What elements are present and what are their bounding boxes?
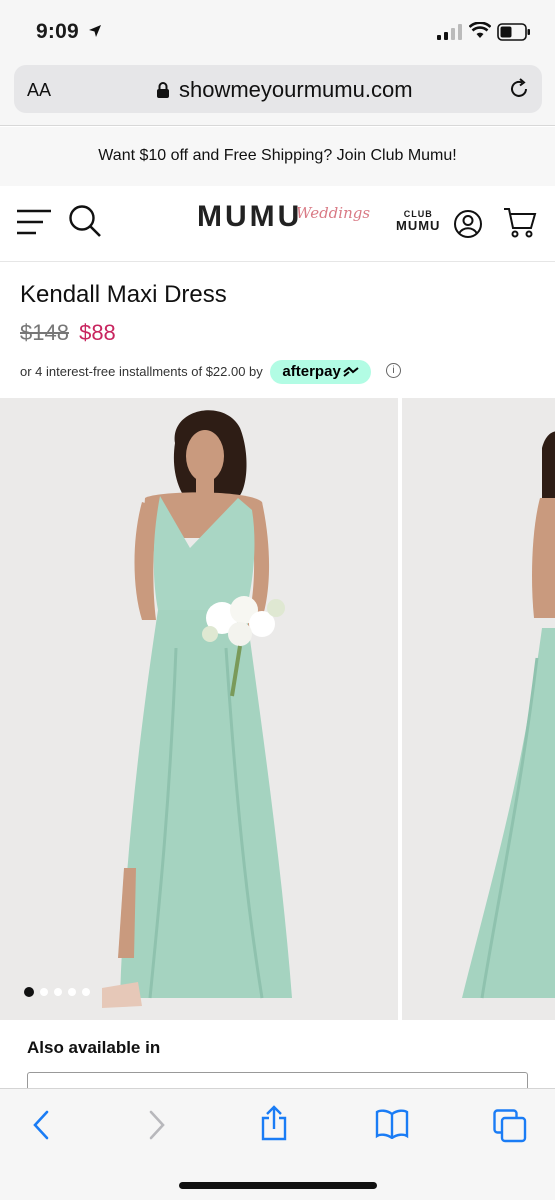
browser-toolbar (0, 1088, 555, 1200)
status-time: 9:09 (36, 20, 79, 43)
product-title: Kendall Maxi Dress (20, 281, 227, 308)
site-logo[interactable]: MUMU (197, 200, 302, 234)
info-icon[interactable]: i (386, 363, 401, 378)
site-header: MUMU Weddings CLUB MUMU (0, 186, 555, 262)
forward-icon[interactable] (146, 1109, 168, 1141)
gallery-dot[interactable] (24, 987, 34, 997)
logo-weddings-script: Weddings (296, 204, 371, 222)
gallery-pagination (24, 983, 96, 1001)
menu-icon[interactable] (16, 208, 52, 236)
back-icon[interactable] (30, 1109, 52, 1141)
gallery-dot[interactable] (40, 988, 48, 996)
product-image-2[interactable] (402, 398, 555, 1020)
original-price: $148 (20, 320, 69, 345)
sale-price: $88 (79, 320, 116, 345)
account-icon[interactable] (453, 209, 483, 239)
reader-text-size-button[interactable]: AA (27, 80, 51, 101)
afterpay-logo-icon (343, 366, 359, 377)
search-icon[interactable] (68, 204, 102, 238)
url-text[interactable]: showmeyourmumu.com (179, 77, 413, 103)
address-bar[interactable]: AA showmeyourmumu.com (14, 65, 542, 113)
product-image-1[interactable] (0, 398, 398, 1020)
also-available-heading: Also available in (27, 1038, 161, 1057)
club-mumu-link[interactable]: CLUB MUMU (396, 210, 441, 233)
product-image-gallery[interactable] (0, 398, 555, 1020)
afterpay-row: or 4 interest-free installments of $22.0… (20, 360, 371, 384)
promo-banner[interactable]: Want $10 off and Free Shipping? Join Clu… (0, 127, 555, 186)
tabs-icon[interactable] (493, 1109, 527, 1143)
model-photo-side (402, 398, 555, 1020)
afterpay-badge[interactable]: afterpay (270, 360, 371, 384)
share-icon[interactable] (259, 1105, 289, 1141)
price-row: $148 $88 (20, 320, 116, 346)
afterpay-text: or 4 interest-free installments of $22.0… (20, 364, 263, 379)
browser-top-bar: AA showmeyourmumu.com (0, 62, 555, 126)
cart-icon[interactable] (503, 206, 537, 240)
reload-icon[interactable] (507, 77, 531, 101)
lock-icon (157, 82, 169, 98)
gallery-dot[interactable] (68, 988, 76, 996)
wifi-icon (469, 22, 491, 38)
home-indicator (179, 1182, 377, 1189)
club-label-bottom: MUMU (396, 218, 441, 233)
afterpay-brand: afterpay (282, 363, 341, 380)
cellular-signal-icon (437, 24, 462, 40)
gallery-dot[interactable] (82, 988, 90, 996)
location-arrow-icon (89, 25, 101, 37)
battery-icon (497, 23, 530, 41)
model-photo-front (0, 398, 398, 1020)
gallery-dot[interactable] (54, 988, 62, 996)
bookmarks-icon[interactable] (375, 1109, 409, 1139)
status-bar: 9:09 (0, 0, 555, 62)
